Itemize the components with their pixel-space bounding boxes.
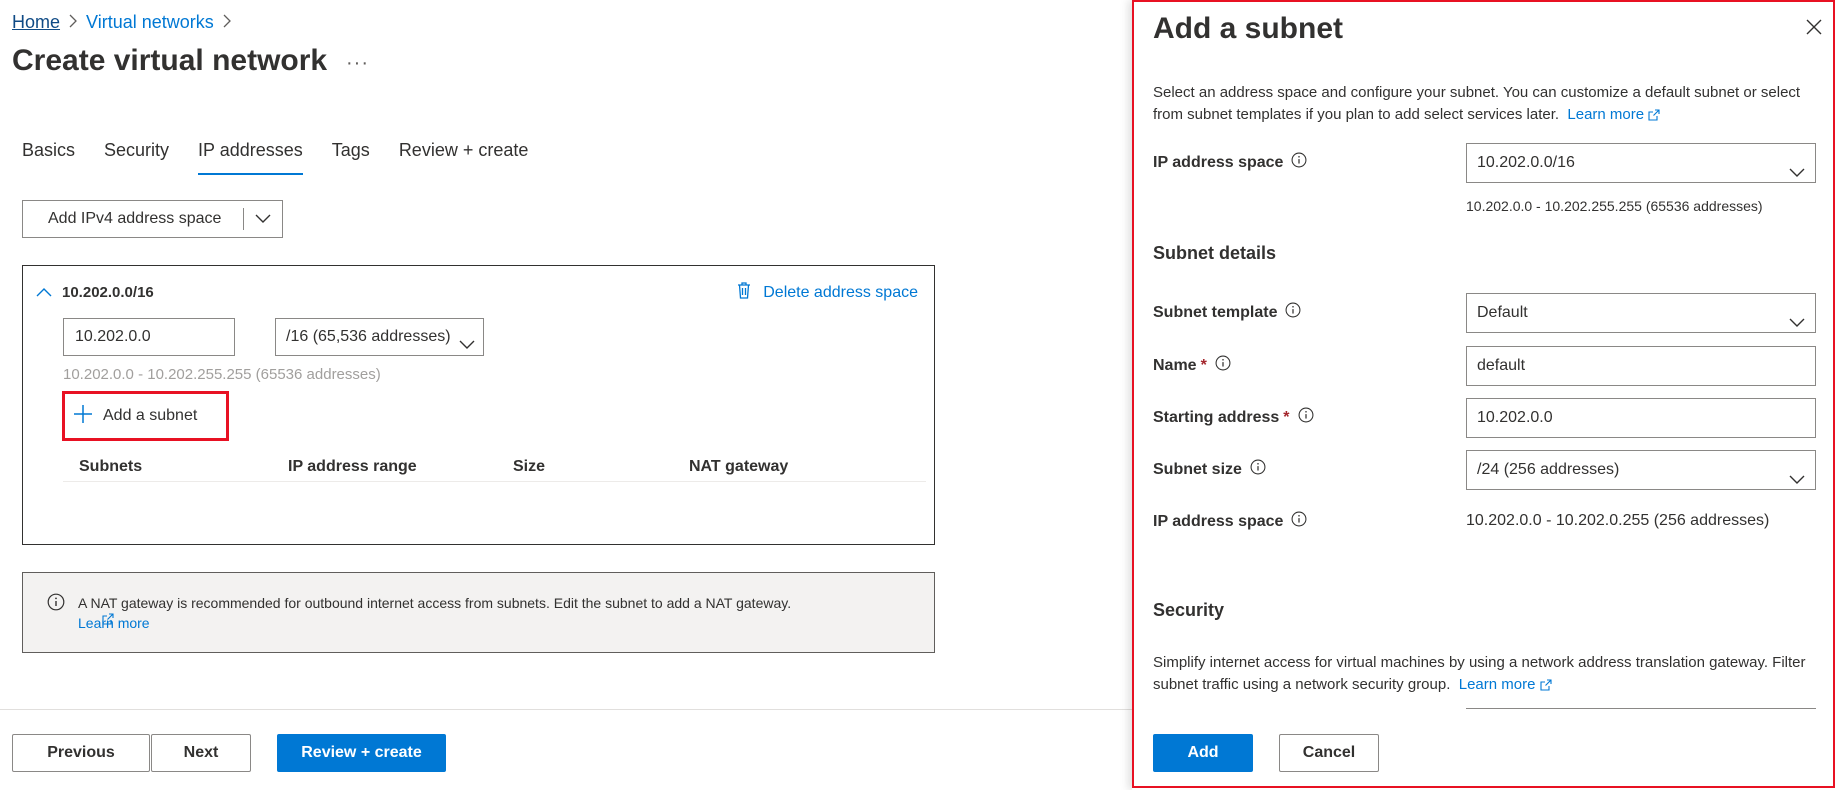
info-icon[interactable] xyxy=(1250,459,1266,480)
subnet-size-value: /24 (256 addresses) xyxy=(1477,461,1620,478)
starting-address-label: Starting address * xyxy=(1153,407,1314,428)
ip-address-space-value: 10.202.0.0/16 xyxy=(1477,154,1575,171)
info-icon[interactable] xyxy=(1298,407,1314,428)
subnet-table-header: Subnets IP address range Size NAT gatewa… xyxy=(63,446,926,482)
add-subnet-button[interactable]: Add a subnet xyxy=(62,391,229,441)
delete-address-space-button[interactable]: Delete address space xyxy=(737,282,918,304)
subnet-ip-address-space-label: IP address space xyxy=(1153,511,1307,532)
page-title: Create virtual network xyxy=(12,44,328,77)
nat-learn-more-link[interactable]: Learn more xyxy=(78,613,150,631)
chevron-up-icon[interactable] xyxy=(36,284,52,301)
column-header-ip-address-range: IP address range xyxy=(288,458,417,475)
starting-address-input[interactable]: 10.202.0.0 xyxy=(1466,398,1816,438)
address-space-size-value: /16 (65,536 addresses) xyxy=(286,328,451,345)
trash-icon xyxy=(737,282,751,304)
security-heading: Security xyxy=(1153,600,1225,620)
add-subnet-confirm-button[interactable]: Add xyxy=(1153,734,1253,772)
chevron-down-icon xyxy=(1789,155,1805,193)
nat-gateway-info-banner: A NAT gateway is recommended for outboun… xyxy=(22,572,935,653)
subnet-name-input[interactable]: default xyxy=(1466,346,1816,386)
info-icon[interactable] xyxy=(1285,302,1301,323)
nat-info-text: A NAT gateway is recommended for outboun… xyxy=(78,593,798,633)
column-header-nat-gateway: NAT gateway xyxy=(689,458,789,475)
tab-bar: Basics Security IP addresses Tags Review… xyxy=(22,140,557,175)
chevron-down-icon xyxy=(459,328,475,364)
footer-divider xyxy=(0,709,1132,710)
subnet-template-dropdown[interactable]: Default xyxy=(1466,293,1816,333)
tab-basics[interactable]: Basics xyxy=(22,140,75,175)
panel-description: Select an address space and configure yo… xyxy=(1153,82,1813,126)
chevron-down-icon[interactable] xyxy=(244,214,282,224)
info-icon xyxy=(47,593,65,616)
panel-description-text: Select an address space and configure yo… xyxy=(1153,84,1801,123)
cancel-button[interactable]: Cancel xyxy=(1279,734,1379,772)
address-space-card: 10.202.0.0/16 Delete address space 10.20… xyxy=(22,265,935,545)
add-subnet-label: Add a subnet xyxy=(103,407,198,424)
required-marker: * xyxy=(1283,408,1290,426)
security-learn-more-link[interactable]: Learn more xyxy=(1459,676,1552,693)
subnet-details-heading: Subnet details xyxy=(1153,243,1277,263)
next-button[interactable]: Next xyxy=(151,734,251,772)
external-link-icon xyxy=(102,613,114,625)
info-icon[interactable] xyxy=(1291,152,1307,173)
breadcrumb-home-link[interactable]: Home xyxy=(12,12,60,33)
column-header-subnets: Subnets xyxy=(79,458,143,475)
scrolled-field-edge xyxy=(1466,708,1816,713)
panel-learn-more-link[interactable]: Learn more xyxy=(1567,106,1660,123)
close-icon[interactable] xyxy=(1805,18,1823,41)
subnet-size-label: Subnet size xyxy=(1153,459,1266,480)
tab-tags[interactable]: Tags xyxy=(332,140,370,175)
add-ipv4-address-space-label: Add IPv4 address space xyxy=(48,210,222,227)
external-link-icon xyxy=(1648,109,1660,121)
required-marker: * xyxy=(1200,356,1207,374)
name-label: Name * xyxy=(1153,355,1231,376)
breadcrumb-virtual-networks-link[interactable]: Virtual networks xyxy=(86,12,214,33)
panel-title: Add a subnet xyxy=(1153,12,1344,45)
review-create-button[interactable]: Review + create xyxy=(277,734,446,772)
ip-address-space-dropdown[interactable]: 10.202.0.0/16 xyxy=(1466,143,1816,183)
column-header-size: Size xyxy=(513,458,546,475)
plus-icon xyxy=(73,404,93,429)
chevron-right-icon xyxy=(222,12,232,33)
chevron-down-icon xyxy=(1789,305,1805,343)
tab-review-create[interactable]: Review + create xyxy=(399,140,529,175)
tab-ip-addresses[interactable]: IP addresses xyxy=(198,140,303,175)
add-subnet-panel: Add a subnet Select an address space and… xyxy=(1132,0,1835,790)
tab-security[interactable]: Security xyxy=(104,140,169,175)
chevron-right-icon xyxy=(68,12,78,33)
address-space-range-text: 10.202.0.0 - 10.202.255.255 (65536 addre… xyxy=(63,366,381,383)
more-options-icon[interactable]: ··· xyxy=(346,52,369,75)
ip-address-space-label: IP address space xyxy=(1153,152,1307,173)
address-space-start-input[interactable]: 10.202.0.0 xyxy=(63,318,235,356)
subnet-template-label: Subnet template xyxy=(1153,302,1301,323)
chevron-down-icon xyxy=(1789,462,1805,500)
subnet-ip-address-space-value: 10.202.0.0 - 10.202.0.255 (256 addresses… xyxy=(1466,512,1770,529)
address-space-size-dropdown[interactable]: /16 (65,536 addresses) xyxy=(275,318,484,356)
external-link-icon xyxy=(1540,679,1552,691)
nat-info-message: A NAT gateway is recommended for outboun… xyxy=(78,595,792,611)
info-icon[interactable] xyxy=(1291,511,1307,532)
address-space-header: 10.202.0.0/16 xyxy=(36,284,154,301)
previous-button[interactable]: Previous xyxy=(12,734,150,772)
security-description: Simplify internet access for virtual mac… xyxy=(1153,652,1825,696)
info-icon[interactable] xyxy=(1215,355,1231,376)
breadcrumb: Home Virtual networks xyxy=(12,12,240,33)
address-space-cidr: 10.202.0.0/16 xyxy=(62,284,154,301)
subnet-size-dropdown[interactable]: /24 (256 addresses) xyxy=(1466,450,1816,490)
delete-address-space-label: Delete address space xyxy=(763,284,918,301)
ip-address-space-range: 10.202.0.0 - 10.202.255.255 (65536 addre… xyxy=(1466,198,1763,214)
add-ipv4-address-space-button[interactable]: Add IPv4 address space xyxy=(22,200,283,238)
subnet-template-value: Default xyxy=(1477,304,1528,321)
